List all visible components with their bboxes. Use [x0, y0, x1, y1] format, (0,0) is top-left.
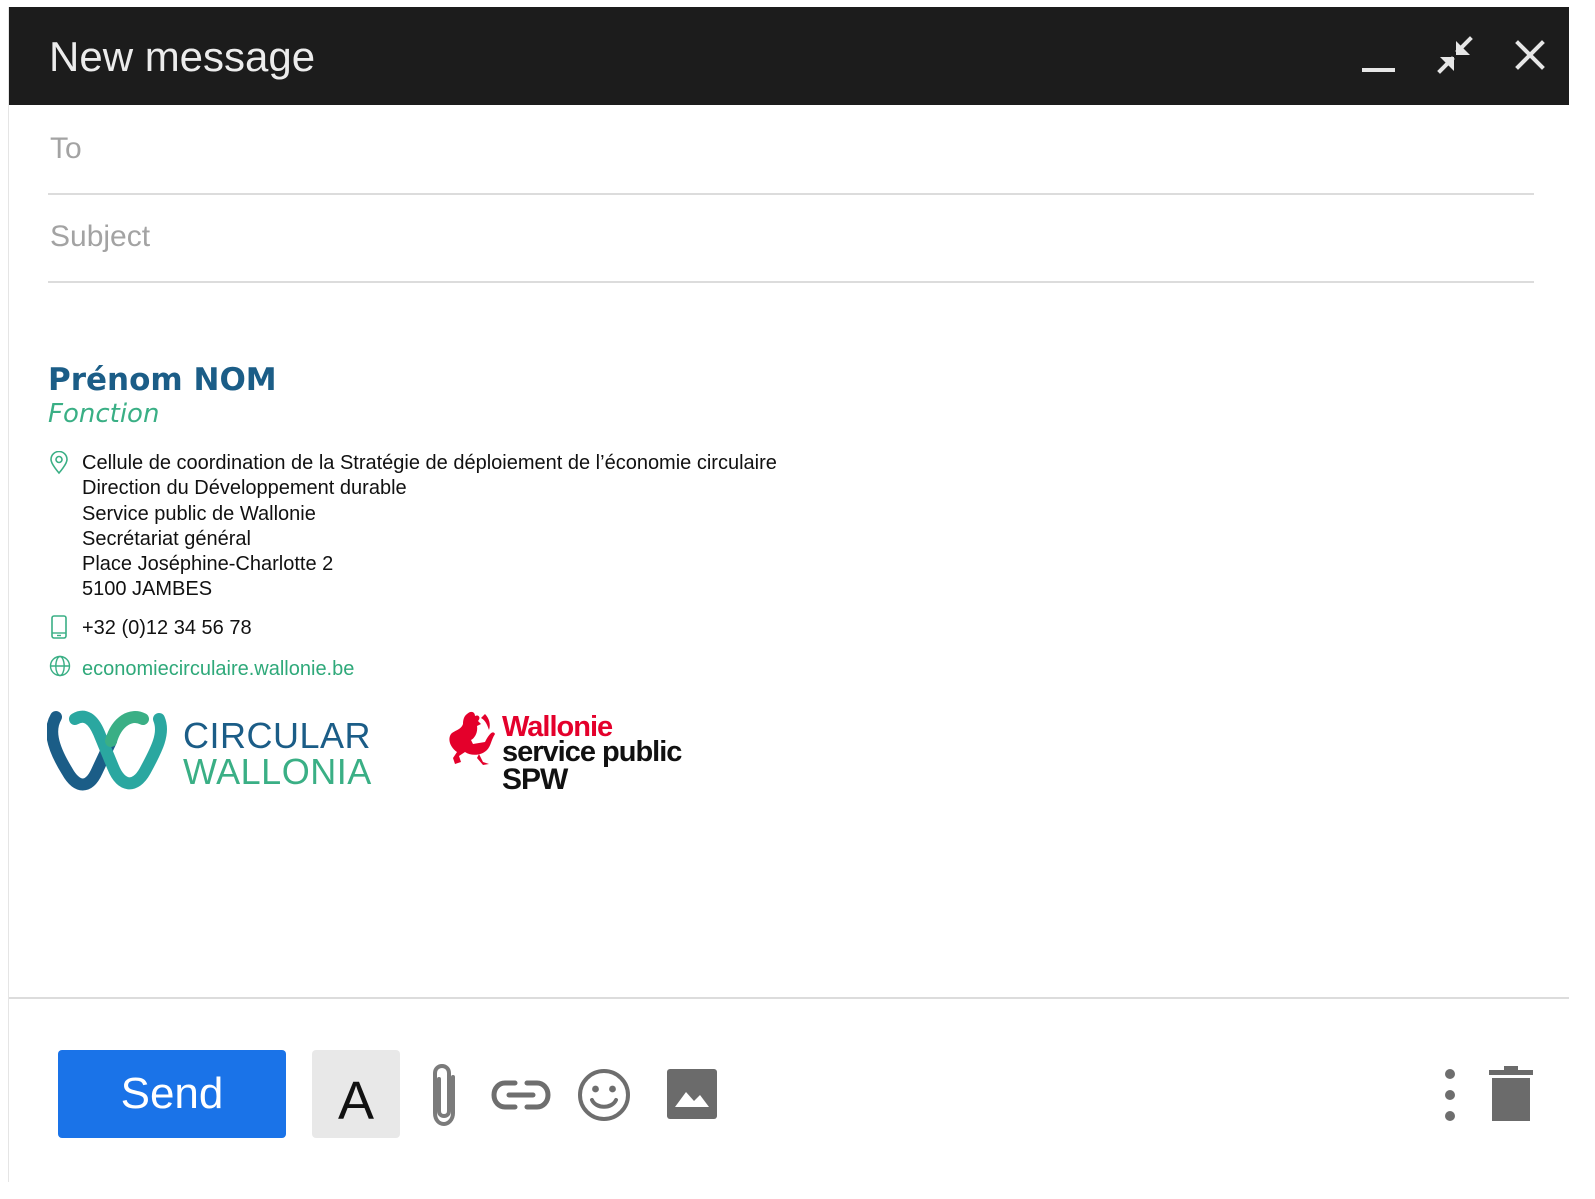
address-line: Secrétariat général — [82, 527, 251, 550]
signature-role: Fonction — [48, 399, 160, 429]
formatting-options-button[interactable]: A — [312, 1050, 400, 1138]
window-title: New message — [49, 33, 316, 80]
address-line: Place Joséphine-Charlotte 2 — [82, 553, 334, 576]
close-button[interactable] — [1507, 33, 1553, 79]
insert-photo-icon[interactable] — [665, 1067, 719, 1121]
toolbar-divider — [9, 997, 1569, 999]
compose-window: New message To Subject Prénom NOM Foncti… — [8, 7, 1569, 1182]
address-line: Direction du Développement durable — [82, 477, 407, 500]
address-line: Cellule de coordination de la Stratégie … — [82, 452, 777, 474]
globe-icon — [49, 655, 71, 677]
mobile-phone-icon — [51, 615, 67, 639]
address-line: 5100 JAMBES — [82, 578, 213, 601]
format-text-icon: A — [337, 1071, 375, 1131]
circular-wallonia-mark-icon — [47, 710, 168, 791]
discard-draft-icon[interactable] — [1487, 1065, 1535, 1123]
to-field — [48, 105, 1538, 195]
location-pin-icon — [50, 451, 68, 475]
signature-address: Cellule de coordination de la Stratégie … — [82, 451, 777, 603]
minimize-button[interactable] — [1355, 33, 1401, 79]
logo-text-spw: SPW — [502, 763, 568, 796]
attach-file-icon[interactable] — [425, 1063, 465, 1127]
minimize-icon — [1362, 68, 1395, 72]
collapse-arrows-icon — [1437, 36, 1473, 74]
title-bar: New message — [9, 7, 1569, 105]
signature-phone: +32 (0)12 34 56 78 — [82, 617, 252, 639]
to-input[interactable] — [48, 131, 1538, 167]
exit-fullscreen-button[interactable] — [1432, 33, 1478, 79]
close-icon — [1515, 40, 1545, 70]
signature-website-link[interactable]: economiecirculaire.wallonie.be — [82, 658, 354, 681]
address-line: Service public de Wallonie — [82, 502, 316, 525]
subject-field — [48, 193, 1538, 283]
more-options-icon[interactable] — [1433, 1067, 1469, 1123]
send-button[interactable]: Send — [58, 1050, 286, 1138]
walloon-rooster-icon — [449, 711, 495, 765]
subject-input[interactable] — [48, 219, 1538, 255]
insert-emoji-icon[interactable] — [576, 1067, 632, 1123]
logo-text-wallonia: WALLONIA — [183, 751, 372, 792]
signature-name: Prénom NOM — [48, 362, 277, 398]
insert-link-icon[interactable] — [491, 1075, 551, 1115]
